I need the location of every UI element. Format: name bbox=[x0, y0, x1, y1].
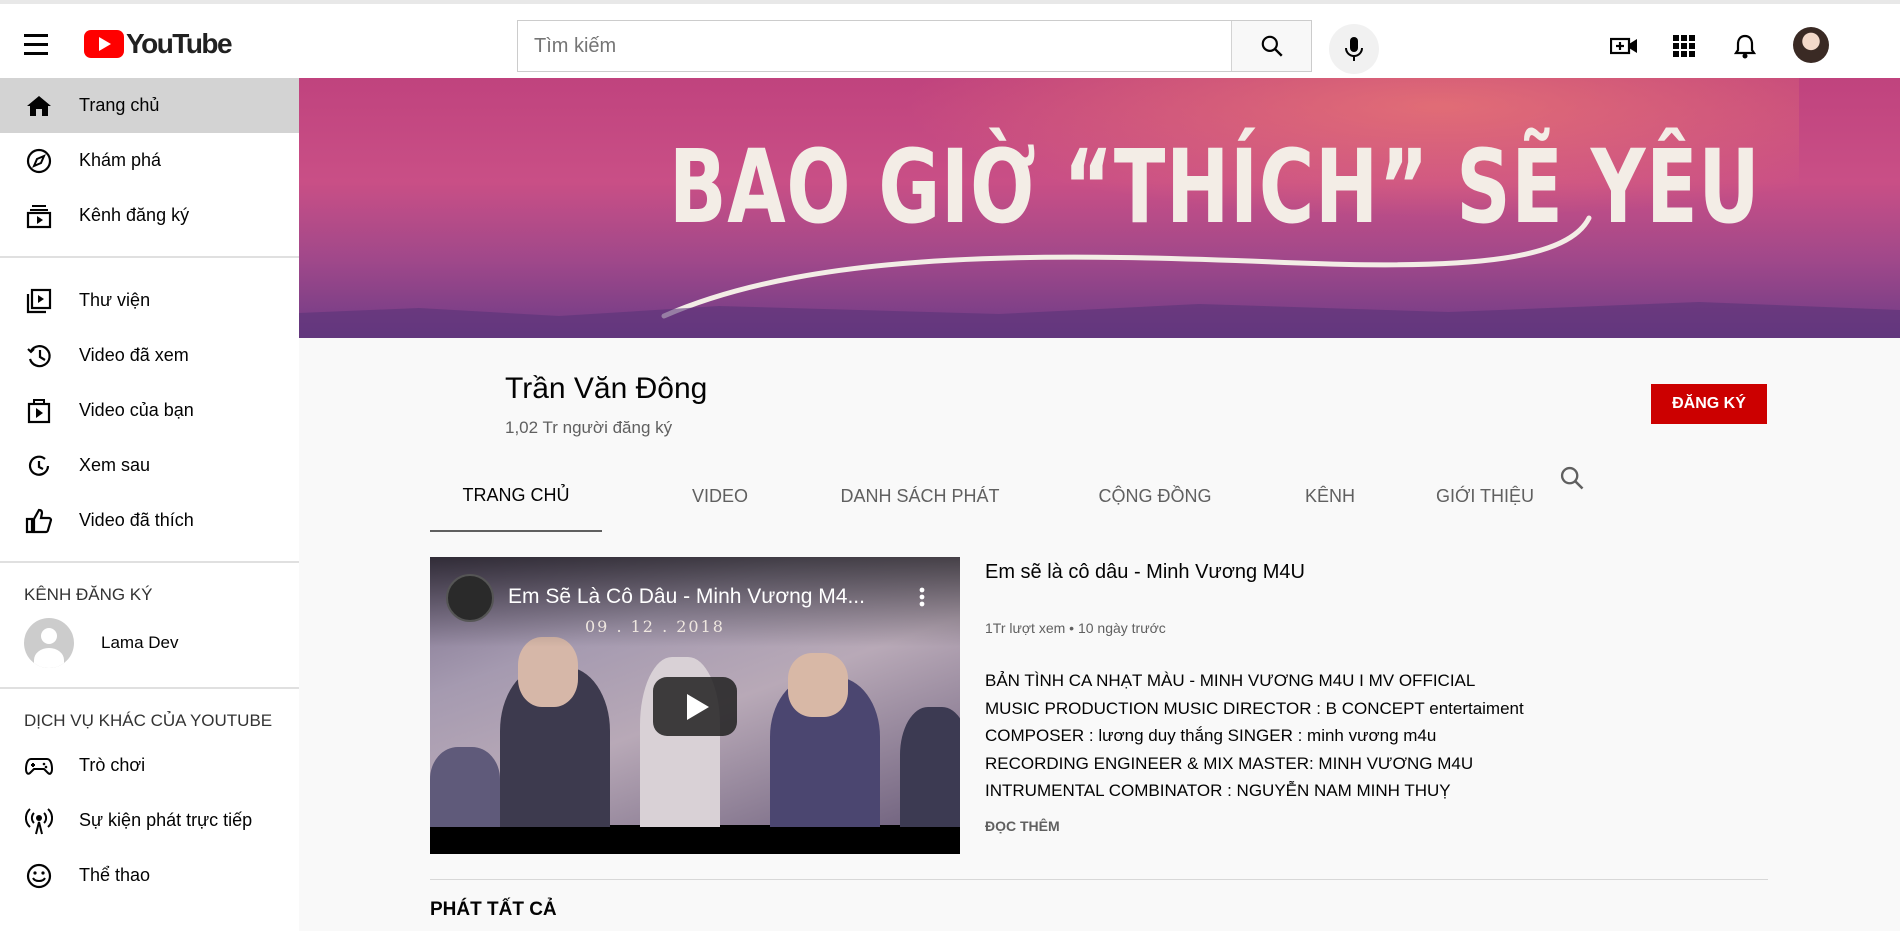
video-player[interactable]: Em Sẽ Là Cô Dâu - Minh Vương M4... 09 . … bbox=[430, 557, 960, 854]
sidebar-item-your-videos[interactable]: Video của bạn bbox=[0, 383, 299, 438]
search-button[interactable] bbox=[1231, 21, 1311, 71]
sidebar-item-label: Video của bạn bbox=[79, 400, 194, 420]
description-line: INTRUMENTAL COMBINATOR : NGUYỄN NAM MINH… bbox=[985, 781, 1451, 800]
description-line: COMPOSER : lương duy thắng SINGER : minh… bbox=[985, 726, 1437, 745]
youtube-logo[interactable]: YouTube bbox=[84, 28, 233, 60]
featured-video-description: BẢN TÌNH CA NHẠT MÀU - MINH VƯƠNG M4U I … bbox=[985, 667, 1524, 805]
thumbnail-figure bbox=[518, 637, 578, 707]
thumbnail-figure bbox=[788, 653, 848, 717]
banner-swoosh bbox=[299, 215, 1900, 338]
subscriber-count: 1,02 Tr người đăng ký bbox=[505, 418, 673, 437]
description-line: MUSIC PRODUCTION MUSIC DIRECTOR : B CONC… bbox=[985, 698, 1524, 718]
voice-search-button[interactable] bbox=[1329, 24, 1379, 74]
top-bar: YouTube bbox=[0, 0, 1900, 78]
tab-channels[interactable]: KÊNH bbox=[1260, 460, 1400, 532]
channel-banner: BAO GIỜ “THÍCH” SẼ YÊU bbox=[299, 78, 1900, 338]
create-video-button[interactable] bbox=[1610, 32, 1638, 60]
notifications-button[interactable] bbox=[1731, 32, 1759, 60]
sports-icon bbox=[24, 861, 54, 891]
history-icon bbox=[24, 341, 54, 371]
sidebar-item-label: Trang chủ bbox=[79, 95, 160, 115]
sidebar-item-live[interactable]: Sự kiện phát trực tiếp bbox=[0, 793, 299, 848]
sidebar-item-history[interactable]: Video đã xem bbox=[0, 328, 299, 383]
subscription-avatar bbox=[24, 618, 74, 668]
sidebar-item-label: Thư viện bbox=[79, 290, 151, 310]
tab-community[interactable]: CỘNG ĐỒNG bbox=[1055, 460, 1255, 532]
thumbnail-figure bbox=[430, 747, 500, 827]
channel-avatar[interactable] bbox=[446, 574, 494, 622]
sidebar-item-library[interactable]: Thư viện bbox=[0, 273, 299, 328]
subscription-label: Lama Dev bbox=[101, 633, 179, 652]
subscriptions-heading: KÊNH ĐĂNG KÝ bbox=[24, 585, 153, 604]
sidebar: Trang chủ Khám phá Kênh đăng ký Thư viện… bbox=[0, 78, 299, 931]
thumbnail-figure bbox=[900, 707, 960, 827]
tab-home[interactable]: TRANG CHỦ bbox=[430, 460, 602, 532]
play-all-heading[interactable]: PHÁT TẤT CẢ bbox=[430, 899, 557, 921]
mic-icon bbox=[1345, 37, 1363, 61]
sidebar-item-liked-videos[interactable]: Video đã thích bbox=[0, 493, 299, 548]
search-box bbox=[517, 20, 1312, 72]
thumbs-up-icon bbox=[24, 506, 54, 536]
thumbnail-date-text: 09 . 12 . 2018 bbox=[585, 617, 725, 636]
live-icon bbox=[24, 806, 54, 836]
gaming-icon bbox=[24, 751, 54, 781]
sidebar-item-label: Sự kiện phát trực tiếp bbox=[79, 810, 253, 830]
account-avatar[interactable] bbox=[1793, 27, 1829, 63]
menu-icon[interactable] bbox=[24, 34, 52, 58]
sidebar-item-label: Video đã thích bbox=[79, 510, 194, 530]
sidebar-item-label: Trò chơi bbox=[79, 755, 146, 775]
sidebar-item-explore[interactable]: Khám phá bbox=[0, 133, 299, 188]
apps-icon bbox=[1673, 35, 1695, 57]
notifications-icon bbox=[1734, 34, 1756, 59]
subscriptions-icon bbox=[24, 201, 54, 231]
search-icon bbox=[1560, 466, 1584, 490]
your-videos-icon bbox=[24, 396, 54, 426]
read-more-link[interactable]: ĐỌC THÊM bbox=[985, 818, 1060, 834]
home-icon bbox=[24, 91, 54, 121]
sidebar-item-subscriptions[interactable]: Kênh đăng ký bbox=[0, 188, 299, 243]
section-divider bbox=[430, 879, 1768, 880]
sidebar-divider bbox=[0, 687, 299, 689]
search-icon bbox=[1261, 35, 1283, 57]
sidebar-item-label: Kênh đăng ký bbox=[79, 205, 190, 225]
logo-text: YouTube bbox=[126, 28, 233, 59]
channel-name: Trần Văn Đông bbox=[505, 372, 708, 405]
description-line: BẢN TÌNH CA NHẠT MÀU - MINH VƯƠNG M4U I … bbox=[985, 671, 1476, 690]
tab-videos[interactable]: VIDEO bbox=[655, 460, 785, 532]
apps-button[interactable] bbox=[1670, 32, 1698, 60]
tab-about[interactable]: GIỚI THIỆU bbox=[1395, 460, 1575, 532]
featured-video-meta: 1Tr lượt xem • 10 ngày trước bbox=[985, 620, 1166, 636]
sidebar-divider bbox=[0, 561, 299, 563]
subscribe-button[interactable]: ĐĂNG KÝ bbox=[1651, 384, 1767, 424]
sidebar-item-label: Thể thao bbox=[79, 865, 151, 885]
create-video-icon bbox=[1610, 37, 1637, 55]
sidebar-divider bbox=[0, 256, 299, 258]
search-input[interactable] bbox=[518, 21, 1233, 71]
compass-icon bbox=[24, 146, 54, 176]
player-title[interactable]: Em Sẽ Là Cô Dâu - Minh Vương M4... bbox=[508, 585, 865, 609]
watch-later-icon bbox=[24, 451, 54, 481]
sidebar-item-home[interactable]: Trang chủ bbox=[0, 78, 299, 133]
more-from-youtube-heading: DỊCH VỤ KHÁC CỦA YOUTUBE bbox=[24, 711, 273, 730]
subscription-item[interactable]: Lama Dev bbox=[0, 612, 299, 674]
channel-search-button[interactable] bbox=[1558, 464, 1588, 494]
description-line: RECORDING ENGINEER & MIX MASTER: MINH VƯ… bbox=[985, 753, 1474, 773]
sidebar-item-watch-later[interactable]: Xem sau bbox=[0, 438, 299, 493]
featured-video-title[interactable]: Em sẽ là cô dâu - Minh Vương M4U bbox=[985, 561, 1305, 584]
sidebar-item-label: Khám phá bbox=[79, 150, 162, 170]
sidebar-item-gaming[interactable]: Trò chơi bbox=[0, 738, 299, 793]
youtube-play-icon bbox=[84, 30, 124, 58]
sidebar-item-label: Xem sau bbox=[79, 455, 151, 475]
tab-playlists[interactable]: DANH SÁCH PHÁT bbox=[805, 460, 1035, 532]
play-button[interactable] bbox=[653, 677, 737, 736]
sidebar-item-sports[interactable]: Thể thao bbox=[0, 848, 299, 903]
sidebar-item-label: Video đã xem bbox=[79, 345, 189, 365]
library-icon bbox=[24, 286, 54, 316]
more-vert-icon[interactable] bbox=[910, 585, 934, 609]
